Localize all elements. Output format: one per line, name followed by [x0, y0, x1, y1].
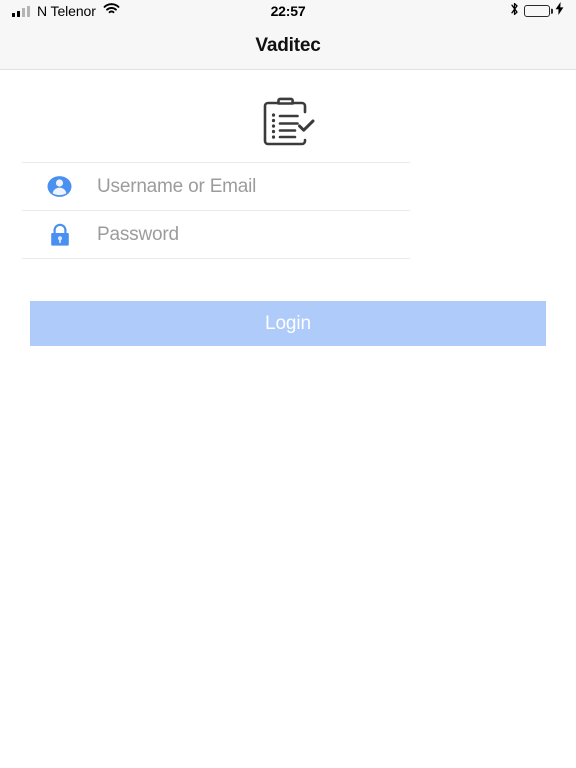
- status-bar-left: N Telenor: [12, 2, 120, 20]
- user-icon: [22, 174, 97, 199]
- battery-icon: [524, 5, 550, 17]
- login-button-container: Login: [0, 259, 576, 346]
- username-field-row[interactable]: [22, 163, 410, 210]
- logo-container: [0, 70, 576, 162]
- login-screen: N Telenor 22:57 Vaditec Username or Emai…: [0, 0, 576, 768]
- signal-bars-icon: [12, 5, 30, 17]
- content-area: Login: [0, 70, 576, 767]
- login-form: [22, 162, 410, 259]
- wifi-icon: [103, 2, 120, 20]
- navigation-bar: Vaditec: [0, 22, 576, 70]
- bluetooth-icon: [510, 2, 519, 21]
- carrier-label: N Telenor: [37, 3, 96, 19]
- username-input[interactable]: [97, 163, 410, 210]
- status-bar: N Telenor 22:57: [0, 0, 576, 22]
- lightning-bolt-icon: [555, 2, 564, 20]
- page-title: Vaditec: [255, 34, 321, 56]
- password-field-row[interactable]: [22, 211, 410, 258]
- lock-icon: [22, 222, 97, 248]
- password-input[interactable]: [97, 211, 410, 258]
- status-bar-right: [510, 2, 564, 21]
- login-button[interactable]: Login: [30, 301, 546, 346]
- clipboard-checklist-icon: [257, 95, 319, 160]
